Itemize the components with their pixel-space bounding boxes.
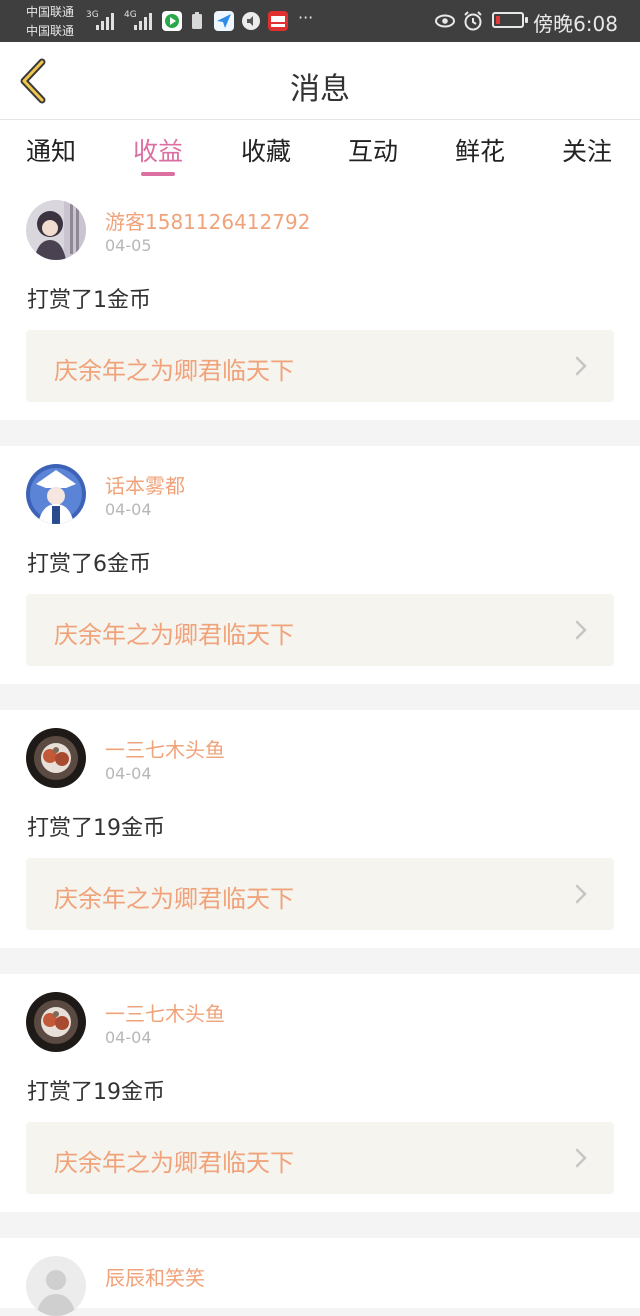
message-date: 04-04 bbox=[105, 1028, 152, 1047]
message-date: 04-05 bbox=[105, 236, 152, 255]
battery-saver-icon bbox=[190, 11, 204, 31]
chevron-right-icon bbox=[575, 884, 587, 904]
alarm-icon bbox=[464, 11, 482, 31]
book-title: 庆余年之为卿君临天下 bbox=[54, 357, 294, 385]
signal-2-icon bbox=[134, 12, 152, 30]
speaker-app-icon bbox=[241, 11, 261, 31]
username[interactable]: 话本雾都 bbox=[105, 470, 185, 499]
username[interactable]: 一三七木头鱼 bbox=[105, 998, 225, 1027]
message-date: 04-04 bbox=[105, 764, 152, 783]
chevron-right-icon bbox=[575, 620, 587, 640]
avatar[interactable] bbox=[26, 992, 86, 1052]
book-link[interactable]: 庆余年之为卿君临天下 bbox=[26, 1122, 614, 1194]
book-link[interactable]: 庆余年之为卿君临天下 bbox=[26, 330, 614, 402]
avatar[interactable] bbox=[26, 728, 86, 788]
avatar[interactable] bbox=[26, 200, 86, 260]
tab-following[interactable]: 关注 bbox=[562, 132, 612, 168]
message-card: 辰辰和笑笑 bbox=[0, 1238, 640, 1316]
username[interactable]: 游客1581126412792 bbox=[105, 206, 310, 235]
tab-flowers[interactable]: 鲜花 bbox=[455, 132, 505, 168]
message-card: 一三七木头鱼 04-04 打赏了19金币 庆余年之为卿君临天下 bbox=[0, 974, 640, 1212]
book-link[interactable]: 庆余年之为卿君临天下 bbox=[26, 594, 614, 666]
book-title: 庆余年之为卿君临天下 bbox=[54, 1149, 294, 1177]
status-bar: 中国联通 中国联通 3G 4G ··· 傍晚6:08 bbox=[0, 0, 640, 42]
tab-earnings[interactable]: 收益 bbox=[133, 132, 183, 168]
status-time: 傍晚6:08 bbox=[533, 12, 618, 36]
signal-1-icon bbox=[96, 12, 114, 30]
reward-action-text: 打赏了19金币 bbox=[27, 1080, 165, 1105]
toutiao-app-icon bbox=[268, 11, 288, 31]
reward-action-text: 打赏了19金币 bbox=[27, 816, 165, 841]
carrier-2: 中国联通 bbox=[26, 24, 75, 38]
username[interactable]: 辰辰和笑笑 bbox=[105, 1262, 205, 1291]
page-title: 消息 bbox=[290, 72, 350, 107]
tab-favorites[interactable]: 收藏 bbox=[241, 132, 291, 168]
book-title: 庆余年之为卿君临天下 bbox=[54, 885, 294, 913]
nav-bar: 消息 bbox=[0, 42, 640, 120]
tab-interactions[interactable]: 互动 bbox=[348, 132, 398, 168]
reward-action-text: 打赏了1金币 bbox=[27, 288, 151, 313]
more-notifications-icon: ··· bbox=[298, 8, 314, 27]
book-title: 庆余年之为卿君临天下 bbox=[54, 621, 294, 649]
navigation-app-icon bbox=[214, 11, 234, 31]
tab-bar: 通知 收益 收藏 互动 鲜花 关注 bbox=[0, 120, 640, 182]
reward-action-text: 打赏了6金币 bbox=[27, 552, 151, 577]
tab-notifications[interactable]: 通知 bbox=[26, 132, 76, 168]
video-app-icon bbox=[162, 11, 182, 31]
username[interactable]: 一三七木头鱼 bbox=[105, 734, 225, 763]
message-card: 游客1581126412792 04-05 打赏了1金币 庆余年之为卿君临天下 bbox=[0, 182, 640, 420]
chevron-right-icon bbox=[575, 1148, 587, 1168]
message-card: 话本雾都 04-04 打赏了6金币 庆余年之为卿君临天下 bbox=[0, 446, 640, 684]
avatar[interactable] bbox=[26, 464, 86, 524]
active-tab-indicator bbox=[141, 172, 175, 176]
carrier-1: 中国联通 bbox=[26, 5, 75, 19]
avatar[interactable] bbox=[26, 1256, 86, 1316]
message-date: 04-04 bbox=[105, 500, 152, 519]
message-card: 一三七木头鱼 04-04 打赏了19金币 庆余年之为卿君临天下 bbox=[0, 710, 640, 948]
chevron-right-icon bbox=[575, 356, 587, 376]
eye-comfort-icon bbox=[435, 14, 455, 28]
book-link[interactable]: 庆余年之为卿君临天下 bbox=[26, 858, 614, 930]
battery-icon bbox=[492, 12, 528, 28]
